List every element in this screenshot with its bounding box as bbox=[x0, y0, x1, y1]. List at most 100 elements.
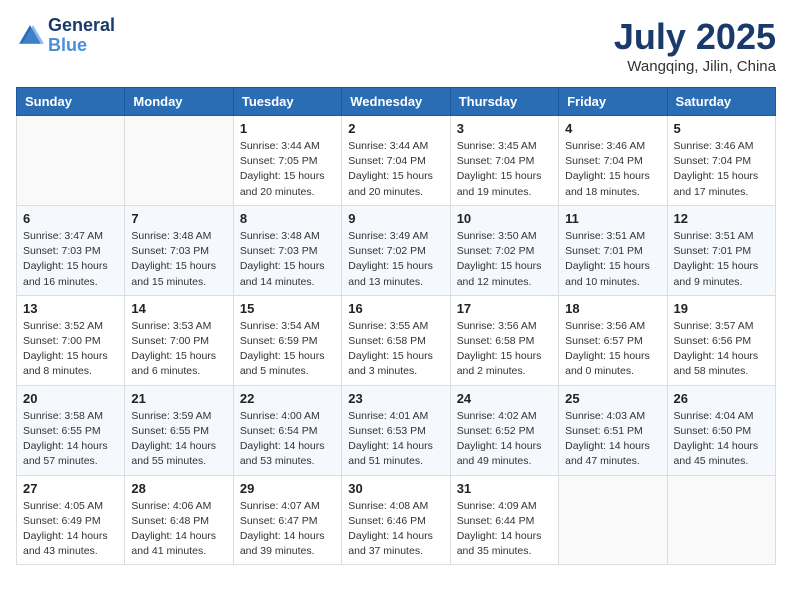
weekday-header: Sunday bbox=[17, 88, 125, 116]
cell-info: Sunrise: 3:53 AMSunset: 7:00 PMDaylight:… bbox=[131, 319, 226, 380]
calendar-cell: 29Sunrise: 4:07 AMSunset: 6:47 PMDayligh… bbox=[233, 475, 341, 565]
day-number: 25 bbox=[565, 391, 660, 406]
calendar-cell: 13 Sunrise: 3:52 AMSunset: 7:00 PMDayligh… bbox=[17, 295, 125, 385]
cell-info: Sunrise: 3:56 AMSunset: 6:58 PMDaylight:… bbox=[457, 319, 552, 380]
calendar-cell: 1 Sunrise: 3:44 AMSunset: 7:05 PMDaylight… bbox=[233, 116, 341, 206]
calendar-cell: 17 Sunrise: 3:56 AMSunset: 6:58 PMDayligh… bbox=[450, 295, 558, 385]
day-number: 20 bbox=[23, 391, 118, 406]
cell-info: Sunrise: 4:03 AMSunset: 6:51 PMDaylight:… bbox=[565, 409, 660, 470]
calendar-week-row: 6Sunrise: 3:47 AMSunset: 7:03 PMDaylight… bbox=[17, 205, 776, 295]
cell-info: Sunrise: 3:57 AMSunset: 6:56 PMDaylight:… bbox=[674, 319, 769, 380]
logo-text: General Blue bbox=[48, 16, 115, 56]
cell-info: Sunrise: 3:51 AMSunset: 7:01 PMDaylight:… bbox=[565, 229, 660, 290]
logo-line1: General bbox=[48, 16, 115, 36]
month-title: July 2025 bbox=[614, 16, 776, 58]
day-number: 23 bbox=[348, 391, 443, 406]
calendar-week-row: 27 Sunrise: 4:05 AMSunset: 6:49 PMDayligh… bbox=[17, 475, 776, 565]
day-number: 4 bbox=[565, 121, 660, 136]
location: Wangqing, Jilin, China bbox=[614, 58, 776, 75]
cell-info: Sunrise: 3:51 AMSunset: 7:01 PMDaylight:… bbox=[674, 229, 769, 290]
calendar-cell: 5 Sunrise: 3:46 AMSunset: 7:04 PMDaylight… bbox=[667, 116, 775, 206]
calendar-cell: 15Sunrise: 3:54 AMSunset: 6:59 PMDayligh… bbox=[233, 295, 341, 385]
calendar-cell: 24 Sunrise: 4:02 AMSunset: 6:52 PMDayligh… bbox=[450, 385, 558, 475]
calendar-cell: 27 Sunrise: 4:05 AMSunset: 6:49 PMDayligh… bbox=[17, 475, 125, 565]
calendar-cell: 14 Sunrise: 3:53 AMSunset: 7:00 PMDayligh… bbox=[125, 295, 233, 385]
title-block: July 2025 Wangqing, Jilin, China bbox=[614, 16, 776, 75]
weekday-header: Tuesday bbox=[233, 88, 341, 116]
day-number: 10 bbox=[457, 211, 552, 226]
weekday-header: Thursday bbox=[450, 88, 558, 116]
logo-line2: Blue bbox=[48, 36, 115, 56]
cell-info: Sunrise: 4:08 AMSunset: 6:46 PMDaylight:… bbox=[348, 499, 443, 560]
weekday-header: Monday bbox=[125, 88, 233, 116]
calendar-cell: 2Sunrise: 3:44 AMSunset: 7:04 PMDaylight… bbox=[342, 116, 450, 206]
cell-info: Sunrise: 3:44 AMSunset: 7:04 PMDaylight:… bbox=[348, 139, 443, 200]
calendar-cell: 21 Sunrise: 3:59 AMSunset: 6:55 PMDayligh… bbox=[125, 385, 233, 475]
calendar-cell: 28 Sunrise: 4:06 AMSunset: 6:48 PMDayligh… bbox=[125, 475, 233, 565]
cell-info: Sunrise: 3:58 AMSunset: 6:55 PMDaylight:… bbox=[23, 409, 118, 470]
logo-icon bbox=[16, 22, 44, 50]
day-number: 22 bbox=[240, 391, 335, 406]
day-number: 27 bbox=[23, 481, 118, 496]
calendar-cell: 18 Sunrise: 3:56 AMSunset: 6:57 PMDayligh… bbox=[559, 295, 667, 385]
page-header: General Blue July 2025 Wangqing, Jilin, … bbox=[16, 16, 776, 75]
calendar-week-row: 13 Sunrise: 3:52 AMSunset: 7:00 PMDayligh… bbox=[17, 295, 776, 385]
day-number: 18 bbox=[565, 301, 660, 316]
cell-info: Sunrise: 3:45 AMSunset: 7:04 PMDaylight:… bbox=[457, 139, 552, 200]
cell-info: Sunrise: 4:01 AMSunset: 6:53 PMDaylight:… bbox=[348, 409, 443, 470]
cell-info: Sunrise: 4:04 AMSunset: 6:50 PMDaylight:… bbox=[674, 409, 769, 470]
day-number: 16 bbox=[348, 301, 443, 316]
day-number: 26 bbox=[674, 391, 769, 406]
calendar-cell: 8 Sunrise: 3:48 AMSunset: 7:03 PMDaylight… bbox=[233, 205, 341, 295]
calendar-header-row: SundayMondayTuesdayWednesdayThursdayFrid… bbox=[17, 88, 776, 116]
cell-info: Sunrise: 3:48 AMSunset: 7:03 PMDaylight:… bbox=[131, 229, 226, 290]
day-number: 6 bbox=[23, 211, 118, 226]
calendar-cell bbox=[17, 116, 125, 206]
day-number: 17 bbox=[457, 301, 552, 316]
day-number: 28 bbox=[131, 481, 226, 496]
day-number: 7 bbox=[131, 211, 226, 226]
cell-info: Sunrise: 3:59 AMSunset: 6:55 PMDaylight:… bbox=[131, 409, 226, 470]
day-number: 5 bbox=[674, 121, 769, 136]
cell-info: Sunrise: 3:52 AMSunset: 7:00 PMDaylight:… bbox=[23, 319, 118, 380]
day-number: 13 bbox=[23, 301, 118, 316]
calendar-cell: 10 Sunrise: 3:50 AMSunset: 7:02 PMDayligh… bbox=[450, 205, 558, 295]
calendar-cell: 12 Sunrise: 3:51 AMSunset: 7:01 PMDayligh… bbox=[667, 205, 775, 295]
day-number: 1 bbox=[240, 121, 335, 136]
cell-info: Sunrise: 3:48 AMSunset: 7:03 PMDaylight:… bbox=[240, 229, 335, 290]
day-number: 21 bbox=[131, 391, 226, 406]
day-number: 19 bbox=[674, 301, 769, 316]
cell-info: Sunrise: 3:46 AMSunset: 7:04 PMDaylight:… bbox=[565, 139, 660, 200]
cell-info: Sunrise: 3:46 AMSunset: 7:04 PMDaylight:… bbox=[674, 139, 769, 200]
day-number: 12 bbox=[674, 211, 769, 226]
day-number: 8 bbox=[240, 211, 335, 226]
calendar-cell bbox=[559, 475, 667, 565]
cell-info: Sunrise: 4:09 AMSunset: 6:44 PMDaylight:… bbox=[457, 499, 552, 560]
cell-info: Sunrise: 4:06 AMSunset: 6:48 PMDaylight:… bbox=[131, 499, 226, 560]
weekday-header: Friday bbox=[559, 88, 667, 116]
cell-info: Sunrise: 3:54 AMSunset: 6:59 PMDaylight:… bbox=[240, 319, 335, 380]
calendar-week-row: 1 Sunrise: 3:44 AMSunset: 7:05 PMDaylight… bbox=[17, 116, 776, 206]
day-number: 9 bbox=[348, 211, 443, 226]
calendar-cell: 26 Sunrise: 4:04 AMSunset: 6:50 PMDayligh… bbox=[667, 385, 775, 475]
calendar-cell: 4 Sunrise: 3:46 AMSunset: 7:04 PMDaylight… bbox=[559, 116, 667, 206]
day-number: 3 bbox=[457, 121, 552, 136]
day-number: 24 bbox=[457, 391, 552, 406]
cell-info: Sunrise: 3:50 AMSunset: 7:02 PMDaylight:… bbox=[457, 229, 552, 290]
cell-info: Sunrise: 3:56 AMSunset: 6:57 PMDaylight:… bbox=[565, 319, 660, 380]
day-number: 14 bbox=[131, 301, 226, 316]
logo: General Blue bbox=[16, 16, 115, 56]
calendar-cell: 23 Sunrise: 4:01 AMSunset: 6:53 PMDayligh… bbox=[342, 385, 450, 475]
calendar-table: SundayMondayTuesdayWednesdayThursdayFrid… bbox=[16, 87, 776, 565]
weekday-header: Wednesday bbox=[342, 88, 450, 116]
calendar-cell: 11Sunrise: 3:51 AMSunset: 7:01 PMDayligh… bbox=[559, 205, 667, 295]
calendar-cell: 6Sunrise: 3:47 AMSunset: 7:03 PMDaylight… bbox=[17, 205, 125, 295]
cell-info: Sunrise: 3:44 AMSunset: 7:05 PMDaylight:… bbox=[240, 139, 335, 200]
cell-info: Sunrise: 4:02 AMSunset: 6:52 PMDaylight:… bbox=[457, 409, 552, 470]
calendar-cell: 22Sunrise: 4:00 AMSunset: 6:54 PMDayligh… bbox=[233, 385, 341, 475]
calendar-cell: 25 Sunrise: 4:03 AMSunset: 6:51 PMDayligh… bbox=[559, 385, 667, 475]
cell-info: Sunrise: 4:05 AMSunset: 6:49 PMDaylight:… bbox=[23, 499, 118, 560]
calendar-cell: 9Sunrise: 3:49 AMSunset: 7:02 PMDaylight… bbox=[342, 205, 450, 295]
day-number: 29 bbox=[240, 481, 335, 496]
calendar-cell: 3 Sunrise: 3:45 AMSunset: 7:04 PMDaylight… bbox=[450, 116, 558, 206]
